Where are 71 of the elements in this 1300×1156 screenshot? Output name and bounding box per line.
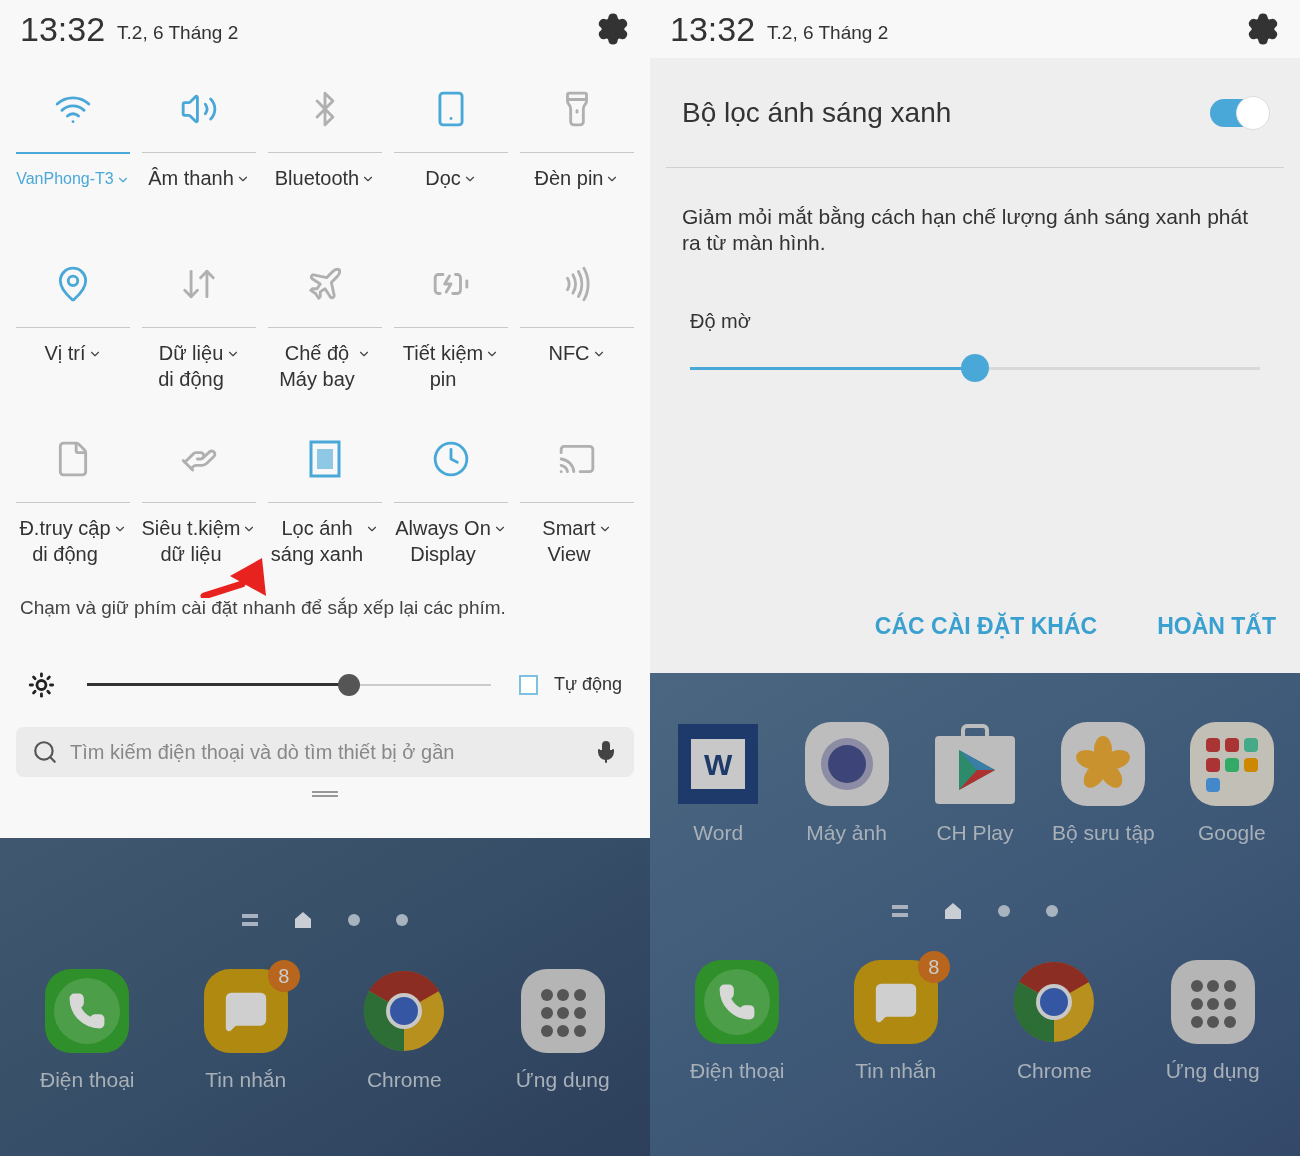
quick-tile-toggle[interactable]: Tiết kiệm pin [402, 340, 500, 392]
notification-badge: 8 [917, 950, 950, 983]
phone-app-icon[interactable] [695, 959, 780, 1044]
quick-tile-toggle[interactable]: Dữ liệu di động [158, 340, 240, 392]
quick-tile-toggle[interactable]: Âm thanh [148, 165, 250, 191]
gallery-flower-app-icon[interactable] [1061, 722, 1146, 806]
quick-tile-toggle[interactable]: Đèn pin [534, 165, 620, 191]
clock-time: 13:32 [20, 8, 106, 50]
app-label[interactable]: Word [693, 817, 744, 849]
quick-tile-toggle[interactable]: Đ.truy cập di động [19, 515, 127, 567]
quick-tile-toggle[interactable]: Vị trí [44, 340, 102, 366]
app-label[interactable]: Google [1197, 817, 1266, 849]
app-label[interactable]: Điện thoại [39, 1064, 135, 1096]
phone-app-icon[interactable] [45, 969, 130, 1053]
app-label[interactable]: Tin nhắn [855, 1054, 937, 1086]
app-folder-icon[interactable] [1189, 722, 1274, 806]
drag-handle-icon[interactable] [312, 790, 338, 797]
app-label[interactable]: Ứng dụng [515, 1064, 610, 1096]
quick-tile-toggle[interactable]: VanPhong-T3 [16, 166, 130, 192]
auto-label: Tự động [553, 673, 622, 696]
app-label[interactable]: Chrome [1016, 1054, 1092, 1086]
slider-thumb[interactable] [961, 354, 989, 382]
notification-badge: 8 [267, 960, 300, 992]
chrome-app-icon[interactable] [362, 969, 447, 1053]
settings-icon[interactable] [1246, 12, 1280, 46]
date-text: T.2, 6 Tháng 2 [767, 20, 889, 45]
app-label[interactable]: Chrome [366, 1064, 442, 1096]
app-label[interactable]: Tin nhắn [205, 1064, 287, 1096]
clock-time: 13:32 [670, 8, 756, 50]
toggle-switch[interactable] [1210, 98, 1268, 127]
quick-tile-toggle[interactable]: Bluetooth [274, 165, 376, 191]
messages-app-icon[interactable] [853, 959, 938, 1044]
quick-tile-toggle[interactable]: NFC [548, 340, 606, 366]
app-label[interactable]: Bộ sưu tập [1051, 817, 1155, 849]
chrome-app-icon[interactable] [1012, 959, 1097, 1044]
word-app-icon[interactable]: W [678, 724, 759, 804]
slider-thumb[interactable] [338, 673, 361, 696]
apps-grid-icon[interactable] [520, 969, 605, 1053]
app-label[interactable]: Ứng dụng [1165, 1054, 1260, 1086]
dialog-button[interactable]: CÁC CÀI ĐẶT KHÁC [874, 608, 1098, 643]
quick-tile-toggle[interactable]: Smart View [542, 515, 612, 567]
app-label[interactable]: Điện thoại [689, 1054, 785, 1086]
settings-icon[interactable] [596, 12, 630, 46]
home-icon [944, 901, 962, 920]
search-input[interactable]: Tìm kiếm điện thoại và dò tìm thiết bị ở gần [70, 736, 582, 767]
brightness-slider[interactable] [86, 673, 491, 696]
quick-tile-toggle[interactable]: Lọc ánh sáng xanh [270, 515, 380, 567]
search-icon [32, 738, 58, 765]
quick-tile-toggle[interactable]: Chế độ Máy bay [279, 340, 371, 392]
app-label[interactable]: CH Play [936, 817, 1014, 849]
quick-tile-toggle[interactable]: Always On Display [395, 515, 507, 567]
hint-text: Chạm và giữ phím cài đặt nhanh để sắp xếp lại các phím. [20, 596, 507, 620]
opacity-slider[interactable] [690, 354, 1260, 382]
opacity-label: Độ mờ [689, 309, 752, 334]
dialog-description: Giảm mỏi mắt bằng cách hạn chế lượng ánh sáng xanh phát ra từ màn hình. [681, 204, 1249, 256]
menu-icon [242, 914, 258, 926]
auto-checkbox[interactable] [518, 674, 538, 695]
search-field[interactable]: Tìm kiếm điện thoại và dò tìm thiết bị ở gần [16, 726, 634, 777]
home-icon [294, 911, 312, 929]
app-label[interactable]: Máy ảnh [806, 817, 887, 849]
messages-app-icon[interactable] [203, 969, 288, 1053]
date-text: T.2, 6 Tháng 2 [117, 20, 239, 45]
dialog-button[interactable]: HOÀN TẤT [1157, 608, 1276, 643]
menu-icon [892, 904, 908, 917]
brightness-icon [28, 670, 55, 699]
camera-app-icon[interactable] [804, 722, 889, 806]
play-store-app-icon[interactable] [932, 722, 1017, 806]
apps-grid-icon[interactable] [1170, 959, 1255, 1044]
quick-tile-toggle[interactable]: Siêu t.kiệm dữ liệu [141, 515, 257, 567]
quick-tile-toggle[interactable]: Dọc [425, 165, 477, 191]
dialog-title: Bộ lọc ánh sáng xanh [682, 95, 952, 130]
